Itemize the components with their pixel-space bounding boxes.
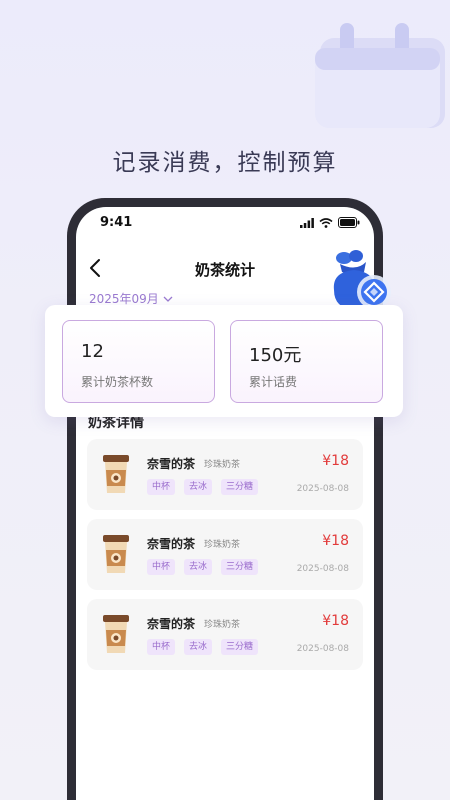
order-list: 奈雪的茶 珍珠奶茶 ¥18 中杯 去冰 三分糖 2025-08-08 奈雪的茶 … [87,439,363,679]
order-date: 2025-08-08 [296,644,349,654]
tag-size: 中杯 [147,559,176,575]
tag-ice: 去冰 [184,639,213,655]
status-icons [300,217,360,228]
spend-label: 累计话费 [249,375,298,389]
price: ¥18 [322,453,349,469]
status-time: 9:41 [100,215,133,230]
coffee-cup-icon [103,455,129,493]
coffee-cup-icon [103,535,129,573]
cups-stat: 12 累计奶茶杯数 [62,320,215,403]
tag-size: 中杯 [147,639,176,655]
promo-headline: 记录消费，控制预算 [112,150,338,176]
cups-count: 12 [81,341,104,362]
spend-amount: 150元 [249,345,302,366]
spend-stat: 150元 累计话费 [230,320,383,403]
shop-name: 奈雪的茶 [147,617,196,631]
price: ¥18 [322,533,349,549]
product-name: 珍珠奶茶 [204,540,241,550]
product-name: 珍珠奶茶 [204,460,241,470]
shop-name: 奈雪的茶 [147,457,196,471]
wifi-icon [319,217,333,228]
chevron-down-icon [163,296,173,302]
tag-ice: 去冰 [184,559,213,575]
tag-sugar: 三分糖 [221,639,259,655]
status-bar: 9:41 [76,207,374,243]
order-tags: 中杯 去冰 三分糖 [147,559,259,575]
order-card[interactable]: 奈雪的茶 珍珠奶茶 ¥18 中杯 去冰 三分糖 2025-08-08 [87,599,363,670]
stats-summary-card: 12 累计奶茶杯数 150元 累计话费 [45,305,403,417]
order-tags: 中杯 去冰 三分糖 [147,479,259,495]
order-tags: 中杯 去冰 三分糖 [147,639,259,655]
price: ¥18 [322,613,349,629]
product-name: 珍珠奶茶 [204,620,241,630]
shop-name: 奈雪的茶 [147,537,196,551]
tag-size: 中杯 [147,479,176,495]
calendar-illustration-icon [315,23,445,128]
order-card[interactable]: 奈雪的茶 珍珠奶茶 ¥18 中杯 去冰 三分糖 2025-08-08 [87,519,363,590]
tag-sugar: 三分糖 [221,559,259,575]
order-date: 2025-08-08 [296,564,349,574]
tag-sugar: 三分糖 [221,479,259,495]
tag-ice: 去冰 [184,479,213,495]
coffee-cup-icon [103,615,129,653]
cups-label: 累计奶茶杯数 [81,375,154,389]
order-date: 2025-08-08 [296,484,349,494]
battery-icon [338,217,360,228]
signal-icon [300,217,314,228]
order-card[interactable]: 奈雪的茶 珍珠奶茶 ¥18 中杯 去冰 三分糖 2025-08-08 [87,439,363,510]
